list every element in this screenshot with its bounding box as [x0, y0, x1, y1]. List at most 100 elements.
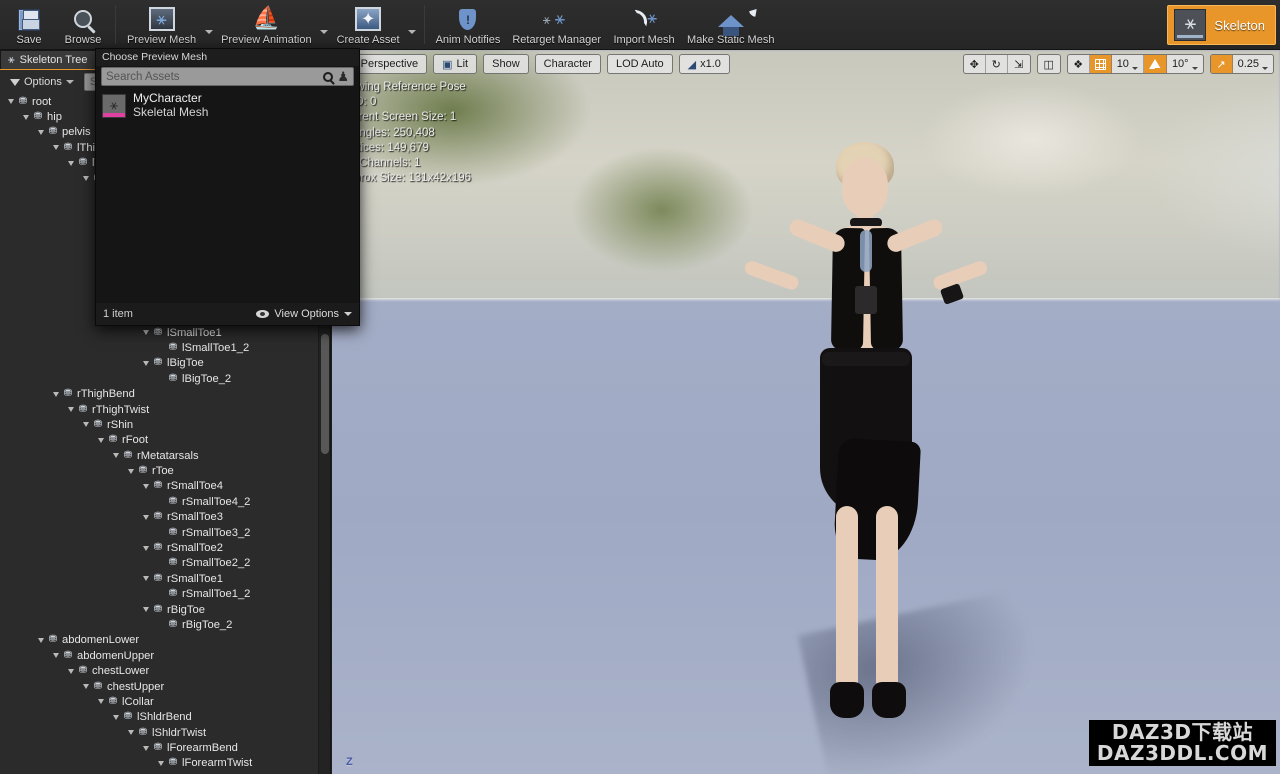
tree-expand-arrow-open[interactable] [141, 360, 151, 366]
angle-snap-icon[interactable] [1143, 55, 1167, 73]
tree-expand-arrow-open[interactable] [36, 637, 46, 643]
save-button[interactable]: Save [2, 0, 56, 49]
bone-name-label: abdomenUpper [77, 649, 155, 662]
tree-expand-arrow-open[interactable] [51, 391, 61, 397]
scale-snap-icon[interactable]: ↗ [1210, 55, 1233, 73]
move-gizmo-icon[interactable]: ✥ [964, 55, 986, 73]
preview-viewport[interactable]: ⏣ Perspective ▣ Lit Show Character LOD A… [332, 50, 1280, 774]
tree-expand-arrow-open[interactable] [81, 684, 91, 690]
toolbar-group-preview: ⚹ Preview Mesh ⛵ Preview Animation ✦ Cre… [119, 0, 421, 49]
tree-expand-arrow-open[interactable] [6, 99, 16, 105]
make-static-mesh-button[interactable]: Make Static Mesh [681, 0, 780, 49]
person-filter-icon[interactable]: ♟ [337, 70, 349, 83]
grid-snap-value[interactable]: 10 [1112, 55, 1144, 73]
tree-row[interactable]: ⛃ rFoot [0, 433, 318, 448]
tree-expand-arrow-open[interactable] [66, 668, 76, 674]
tree-row[interactable]: ⛃ rSmallToe3_2 [0, 525, 318, 540]
tree-row[interactable]: ⛃ rBigToe [0, 602, 318, 617]
tree-row[interactable]: ⛃ rSmallToe4 [0, 479, 318, 494]
asset-list-item[interactable]: ⚹ MyCharacter Skeletal Mesh [96, 90, 359, 122]
tree-row[interactable]: ⛃ lForearmTwist [0, 756, 318, 771]
world-cube-icon[interactable]: ◫ [1038, 55, 1060, 73]
tree-row[interactable]: ⛃ abdomenUpper [0, 648, 318, 663]
viewport-character-button[interactable]: Character [534, 54, 601, 74]
tree-row[interactable]: ⛃ lBigToe [0, 356, 318, 371]
tree-expand-arrow-open[interactable] [156, 760, 166, 766]
tree-row[interactable]: ⛃ rSmallToe3 [0, 510, 318, 525]
scale-snap-value[interactable]: 0.25 [1233, 55, 1273, 73]
tree-row[interactable]: ⛃ rBigToe_2 [0, 617, 318, 632]
create-asset-dropdown-arrow[interactable] [406, 0, 419, 49]
import-mesh-button[interactable]: ⚹ Import Mesh [607, 0, 761, 49]
tree-row[interactable]: ⛃ rSmallToe1 [0, 571, 318, 586]
tree-row[interactable]: ⛃ lForearmBend [0, 740, 318, 755]
asset-search-input[interactable]: Search Assets ♟ [101, 67, 354, 86]
tree-expand-arrow-open[interactable] [141, 330, 151, 336]
tree-expand-arrow-open[interactable] [126, 468, 136, 474]
tree-row[interactable]: ⛃ rThighBend [0, 386, 318, 401]
view-options-button[interactable]: View Options [256, 308, 352, 320]
viewport-lod-button[interactable]: LOD Auto [606, 54, 673, 74]
tree-row[interactable]: ⛃ lSmallToe1 [0, 325, 318, 340]
tree-expand-arrow-open[interactable] [66, 407, 76, 412]
tree-row[interactable]: ⛃ lShldrBend [0, 710, 318, 725]
tree-row[interactable]: ⛃ rSmallToe2 [0, 540, 318, 555]
tree-expand-arrow-open[interactable] [141, 514, 151, 520]
angle-snap-value[interactable]: 10° [1167, 55, 1203, 73]
tree-expand-arrow-open[interactable] [81, 176, 91, 182]
tree-expand-arrow-open[interactable] [81, 422, 91, 428]
tree-row[interactable]: ⛃ rMetatarsals [0, 448, 318, 463]
character-preview-mesh[interactable] [724, 110, 1024, 750]
viewport-show-button[interactable]: Show [483, 54, 529, 74]
grid-snap-icon[interactable] [1089, 55, 1112, 73]
tree-row[interactable]: ⛃ abdomenLower [0, 633, 318, 648]
rotate-gizmo-icon[interactable]: ↻ [986, 55, 1008, 73]
skeleton-mode-button[interactable]: ⚹ Skeleton [1167, 5, 1276, 45]
tree-expand-arrow-open[interactable] [96, 699, 106, 705]
preview-animation-dropdown-arrow[interactable] [318, 0, 331, 49]
tree-row[interactable]: ⛃ lShldrTwist [0, 725, 318, 740]
tree-expand-arrow-open[interactable] [141, 483, 151, 489]
retarget-manager-button[interactable]: ⚹ ⚹ Retarget Manager [506, 0, 607, 49]
tree-expand-arrow-open[interactable] [51, 145, 61, 151]
surface-snap-icon[interactable]: ❖ [1068, 55, 1090, 73]
scale-gizmo-icon[interactable]: ⇲ [1008, 55, 1030, 73]
tree-row[interactable]: ⛃ lCollar [0, 694, 318, 709]
options-button[interactable]: Options [6, 74, 78, 90]
tree-row[interactable]: ⛃ rShin [0, 417, 318, 432]
viewport-viewmode-button[interactable]: ▣ Lit [433, 54, 478, 74]
choose-preview-mesh-popup[interactable]: Choose Preview Mesh Search Assets ♟ ⚹ My… [95, 48, 360, 326]
tree-row[interactable]: ⛃ chestLower [0, 663, 318, 678]
preview-mesh-button[interactable]: ⚹ Preview Mesh [121, 0, 202, 49]
import-mesh-icon: ⚹ [631, 3, 761, 33]
preview-animation-button[interactable]: ⛵ Preview Animation [215, 0, 318, 49]
tree-scrollbar-thumb[interactable] [321, 334, 329, 454]
tree-expand-arrow-open[interactable] [141, 545, 151, 551]
tree-expand-arrow-open[interactable] [66, 160, 76, 166]
viewport-playrate-button[interactable]: ◢ x1.0 [678, 54, 730, 74]
tree-row[interactable]: ⛃ rSmallToe1_2 [0, 587, 318, 602]
tree-row[interactable]: ⛃ lSmallToe1_2 [0, 340, 318, 355]
tree-expand-arrow-open[interactable] [111, 453, 121, 459]
tree-expand-arrow-open[interactable] [141, 607, 151, 613]
preview-mesh-dropdown-arrow[interactable] [202, 0, 215, 49]
tree-expand-arrow-open[interactable] [141, 576, 151, 582]
tree-row[interactable]: ⛃ rSmallToe2_2 [0, 556, 318, 571]
tree-row[interactable]: ⛃ lBigToe_2 [0, 371, 318, 386]
tree-expand-arrow-open[interactable] [141, 745, 151, 751]
tree-expand-arrow-open[interactable] [21, 114, 31, 120]
tree-row[interactable]: ⛃ rToe [0, 463, 318, 478]
tree-expand-arrow-open[interactable] [96, 437, 106, 443]
tree-expand-arrow-open[interactable] [51, 653, 61, 659]
tree-row[interactable]: ⛃ rSmallToe4_2 [0, 494, 318, 509]
tree-expand-arrow-open[interactable] [111, 714, 121, 720]
tree-row[interactable]: ⛃ rThighTwist [0, 402, 318, 417]
tree-expand-arrow-open[interactable] [126, 730, 136, 736]
browse-button[interactable]: Browse [56, 0, 110, 49]
tree-row[interactable]: ⛃ chestUpper [0, 679, 318, 694]
anim-notifies-button[interactable]: ! Anim Notifies [430, 0, 507, 49]
tree-expand-arrow-open[interactable] [36, 129, 46, 135]
tab-skeleton-tree[interactable]: ⚹ Skeleton Tree [0, 50, 99, 69]
main-toolbar: Save Browse ⚹ Preview Mesh ⛵ Preview Ani… [0, 0, 1280, 50]
create-asset-button[interactable]: ✦ Create Asset [331, 0, 406, 49]
